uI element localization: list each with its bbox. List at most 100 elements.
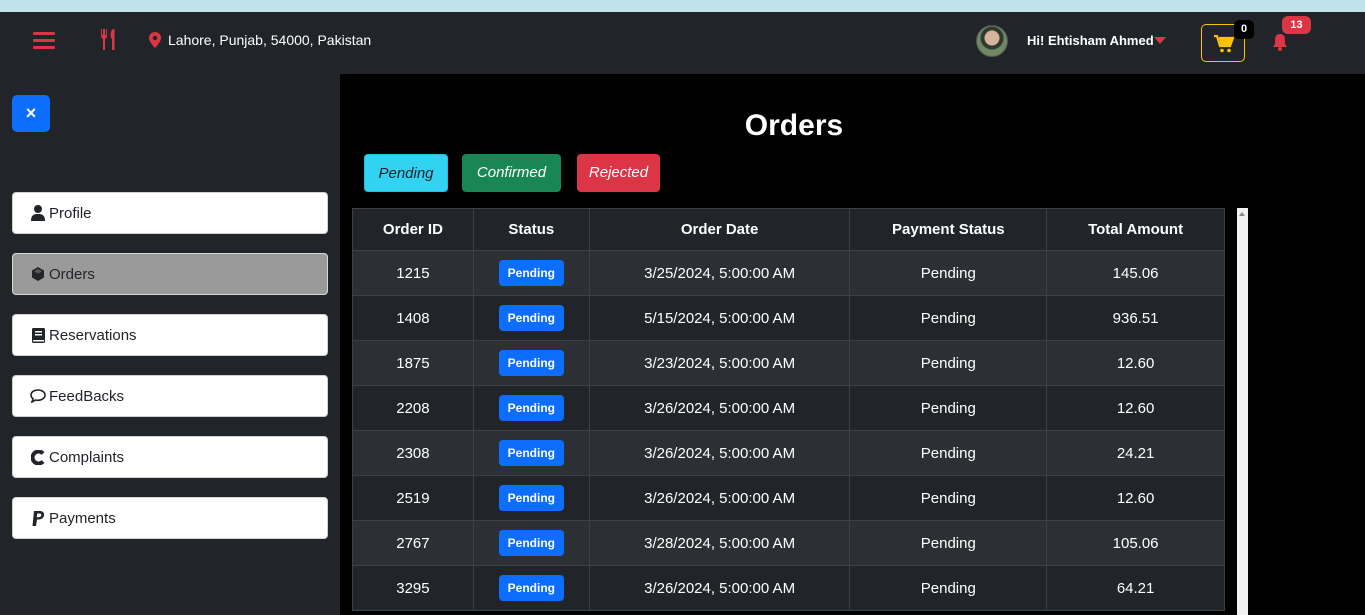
status-cell: Pending: [472, 340, 590, 386]
table-row[interactable]: 1875 Pending 3/23/2024, 5:00:00 AM Pendi…: [352, 340, 1225, 386]
payment-status-cell: Pending: [849, 430, 1048, 476]
table-row[interactable]: 2208 Pending 3/26/2024, 5:00:00 AM Pendi…: [352, 385, 1225, 431]
user-greeting[interactable]: Hi! Ehtisham Ahmed: [1027, 33, 1154, 48]
order-id-cell: 2308: [352, 430, 474, 476]
sidebar: × Profile Orders Reservations FeedBacks …: [0, 74, 340, 615]
total-amount-cell: 12.60: [1046, 385, 1225, 431]
order-date-cell: 3/26/2024, 5:00:00 AM: [588, 430, 851, 476]
total-amount-cell: 105.06: [1046, 520, 1225, 566]
status-badge: Pending: [498, 440, 564, 466]
order-id-cell: 3295: [352, 565, 474, 611]
order-id-cell: 2208: [352, 385, 474, 431]
total-amount-cell: 145.06: [1046, 250, 1225, 296]
order-id-cell: 1408: [352, 295, 474, 341]
complaint-icon: [30, 449, 46, 465]
payment-status-cell: Pending: [849, 475, 1048, 521]
sidebar-item-feedbacks[interactable]: FeedBacks: [12, 375, 328, 417]
cart-icon: [1214, 35, 1234, 53]
comment-icon: [30, 388, 46, 404]
table-row[interactable]: 2767 Pending 3/28/2024, 5:00:00 AM Pendi…: [352, 520, 1225, 566]
column-header-order-id[interactable]: Order ID: [352, 208, 474, 251]
total-amount-cell: 936.51: [1046, 295, 1225, 341]
status-badge: Pending: [498, 530, 564, 556]
payment-status-cell: Pending: [849, 250, 1048, 296]
column-header-status[interactable]: Status: [472, 208, 590, 251]
status-cell: Pending: [472, 520, 590, 566]
box-icon: [30, 266, 46, 282]
book-icon: [30, 327, 46, 343]
scroll-up-arrow-icon[interactable]: [1239, 212, 1245, 216]
order-date-cell: 3/23/2024, 5:00:00 AM: [588, 340, 851, 386]
payment-status-cell: Pending: [849, 565, 1048, 611]
total-amount-cell: 12.60: [1046, 475, 1225, 521]
table-row[interactable]: 2519 Pending 3/26/2024, 5:00:00 AM Pendi…: [352, 475, 1225, 521]
filter-rejected-button[interactable]: Rejected: [577, 154, 660, 192]
orders-table-container[interactable]: Order ID Status Order Date Payment Statu…: [352, 208, 1225, 615]
order-date-cell: 3/25/2024, 5:00:00 AM: [588, 250, 851, 296]
sidebar-item-reservations[interactable]: Reservations: [12, 314, 328, 356]
utensils-icon[interactable]: [99, 29, 119, 51]
total-amount-cell: 64.21: [1046, 565, 1225, 611]
order-date-cell: 3/26/2024, 5:00:00 AM: [588, 565, 851, 611]
bell-icon[interactable]: [1272, 33, 1288, 51]
sidebar-item-label: Orders: [49, 265, 95, 283]
window-top-strip: [0, 0, 1365, 12]
paypal-icon: [30, 510, 46, 526]
sidebar-item-label: FeedBacks: [49, 387, 125, 405]
avatar[interactable]: [976, 25, 1008, 57]
status-badge: Pending: [498, 485, 564, 511]
column-header-payment-status[interactable]: Payment Status: [849, 208, 1048, 251]
sidebar-item-complaints[interactable]: Complaints: [12, 436, 328, 478]
payment-status-cell: Pending: [849, 340, 1048, 386]
sidebar-item-profile[interactable]: Profile: [12, 192, 328, 234]
table-row[interactable]: 3295 Pending 3/26/2024, 5:00:00 AM Pendi…: [352, 565, 1225, 611]
payment-status-cell: Pending: [849, 385, 1048, 431]
top-navbar: Lahore, Punjab, 54000, Pakistan Hi! Ehti…: [0, 12, 1365, 74]
order-id-cell: 2767: [352, 520, 474, 566]
order-id-cell: 2519: [352, 475, 474, 521]
close-sidebar-button[interactable]: ×: [12, 95, 50, 132]
map-pin-icon: [149, 32, 161, 48]
order-date-cell: 5/15/2024, 5:00:00 AM: [588, 295, 851, 341]
status-cell: Pending: [472, 295, 590, 341]
order-id-cell: 1215: [352, 250, 474, 296]
table-row[interactable]: 1408 Pending 5/15/2024, 5:00:00 AM Pendi…: [352, 295, 1225, 341]
page-title: Orders: [744, 109, 844, 142]
hamburger-menu-icon[interactable]: [33, 32, 55, 50]
cart-count-badge: 0: [1234, 20, 1254, 39]
status-badge: Pending: [498, 305, 564, 331]
table-header-row: Order ID Status Order Date Payment Statu…: [352, 208, 1225, 251]
status-badge: Pending: [498, 350, 564, 376]
filter-confirmed-button[interactable]: Confirmed: [462, 154, 561, 192]
status-cell: Pending: [472, 430, 590, 476]
location-text: Lahore, Punjab, 54000, Pakistan: [168, 32, 372, 48]
order-id-cell: 1875: [352, 340, 474, 386]
payment-status-cell: Pending: [849, 295, 1048, 341]
column-header-total-amount[interactable]: Total Amount: [1046, 208, 1225, 251]
sidebar-item-payments[interactable]: Payments: [12, 497, 328, 539]
status-badge: Pending: [498, 260, 564, 286]
caret-down-icon[interactable]: [1154, 37, 1166, 44]
sidebar-item-label: Profile: [49, 204, 92, 222]
main-content: Orders Pending Confirmed Rejected Order …: [340, 74, 1365, 615]
column-header-order-date[interactable]: Order Date: [588, 208, 851, 251]
payment-status-cell: Pending: [849, 520, 1048, 566]
order-date-cell: 3/26/2024, 5:00:00 AM: [588, 475, 851, 521]
table-row[interactable]: 2308 Pending 3/26/2024, 5:00:00 AM Pendi…: [352, 430, 1225, 476]
order-date-cell: 3/26/2024, 5:00:00 AM: [588, 385, 851, 431]
filter-pending-button[interactable]: Pending: [364, 154, 448, 192]
status-badge: Pending: [498, 395, 564, 421]
total-amount-cell: 12.60: [1046, 340, 1225, 386]
status-cell: Pending: [472, 250, 590, 296]
status-cell: Pending: [472, 475, 590, 521]
total-amount-cell: 24.21: [1046, 430, 1225, 476]
notification-count-badge: 13: [1282, 16, 1311, 34]
order-date-cell: 3/28/2024, 5:00:00 AM: [588, 520, 851, 566]
sidebar-item-label: Payments: [49, 509, 116, 527]
status-cell: Pending: [472, 385, 590, 431]
sidebar-item-orders[interactable]: Orders: [12, 253, 328, 295]
sidebar-item-label: Complaints: [49, 448, 125, 466]
table-scrollbar[interactable]: [1237, 208, 1248, 615]
user-icon: [30, 205, 46, 221]
table-row[interactable]: 1215 Pending 3/25/2024, 5:00:00 AM Pendi…: [352, 250, 1225, 296]
